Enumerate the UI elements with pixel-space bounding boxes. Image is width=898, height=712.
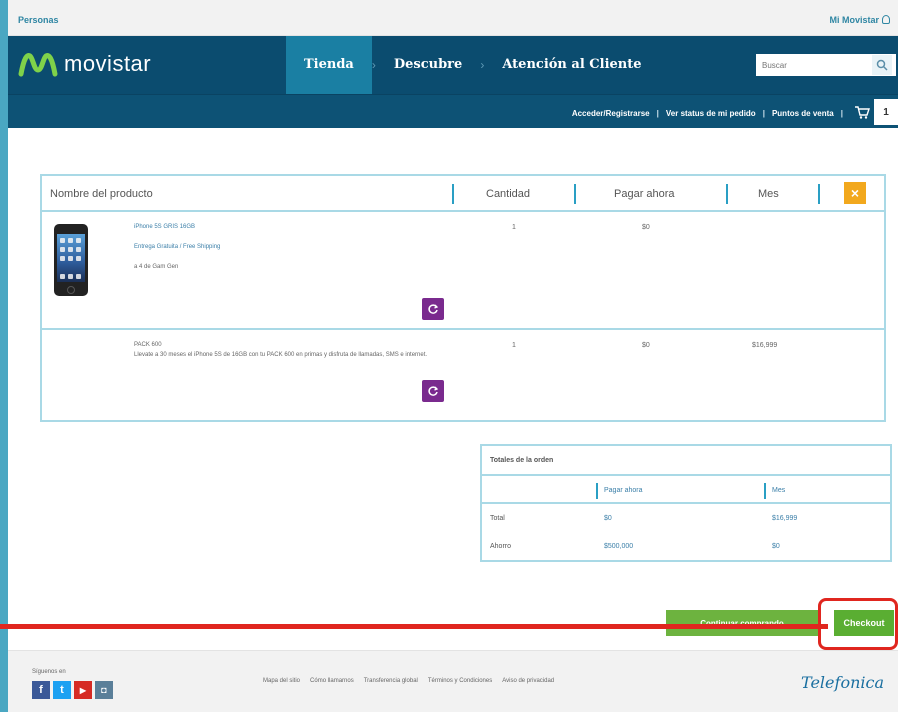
top-utility-bar: Personas Mi Movistar: [8, 0, 898, 36]
youtube-icon[interactable]: ▶: [74, 681, 92, 699]
iphone-product-image: [54, 224, 88, 296]
total-label: Total: [490, 515, 505, 522]
continue-shopping-button[interactable]: Continuar comprando: [666, 610, 818, 636]
nav-atencion-cliente[interactable]: Atención al Cliente: [484, 36, 659, 94]
totals-title: Totales de la orden: [482, 446, 890, 476]
footer-link-privacy[interactable]: Aviso de privacidad: [502, 678, 554, 684]
col-month: Mes: [758, 188, 779, 200]
footer-links: Mapa del sitio Cómo llamarnos Transferen…: [263, 678, 554, 684]
totals-col-pay-now: Pagar ahora: [604, 487, 643, 494]
mi-movistar-link[interactable]: Mi Movistar: [829, 15, 890, 25]
instagram-icon[interactable]: ◘: [95, 681, 113, 699]
main-nav: Tienda › Descubre › Atención al Cliente: [286, 36, 660, 94]
remove-item-button[interactable]: [422, 298, 444, 320]
product-shipping: Entrega Gratuita / Free Shipping: [134, 244, 221, 250]
cart-content: Nombre del producto Cantidad Pagar ahora…: [18, 150, 894, 640]
page-frame: Personas Mi Movistar movistar Tienda › D…: [8, 0, 898, 712]
pack-description: Llevate a 30 meses el iPhone 5S de 16GB …: [134, 352, 428, 358]
pack-month: $16,999: [752, 342, 778, 349]
separator: |: [656, 108, 659, 118]
refresh-icon: [428, 386, 439, 396]
logo-wordmark: movistar: [64, 51, 152, 76]
totals-col-month: Mes: [772, 487, 786, 494]
main-header: movistar Tienda › Descubre › Atención al…: [8, 36, 898, 94]
product-name[interactable]: iPhone 5S GRIS 16GB: [134, 224, 195, 230]
search-icon[interactable]: [872, 55, 892, 75]
total-pay-now: $0: [604, 515, 612, 522]
table-row: iPhone 5S GRIS 16GB Entrega Gratuita / F…: [42, 212, 884, 330]
cart-icon[interactable]: [854, 105, 870, 121]
footer-link-terms[interactable]: Términos y Condiciones: [428, 678, 492, 684]
separator: |: [762, 108, 765, 118]
column-divider: [764, 483, 766, 499]
sub-header: Acceder/Registrarse | Ver status de mi p…: [8, 94, 898, 128]
column-divider: [452, 184, 454, 204]
facebook-icon[interactable]: f: [32, 681, 50, 699]
table-row: PACK 600 Llevate a 30 meses el iPhone 5S…: [42, 330, 884, 418]
footer-link-contact[interactable]: Cómo llamarnos: [310, 678, 354, 684]
product-quantity: 1: [512, 224, 516, 231]
user-icon: [882, 15, 890, 24]
column-divider: [574, 184, 576, 204]
product-delivery: a 4 de Gam Gen: [134, 264, 179, 270]
telefonica-logo[interactable]: Telefonica: [801, 673, 884, 692]
savings-pay-now: $500,000: [604, 543, 634, 550]
movistar-logo[interactable]: movistar: [18, 50, 151, 78]
order-status-link[interactable]: Ver status de mi pedido: [666, 109, 756, 118]
column-divider: [726, 184, 728, 204]
personas-link[interactable]: Personas: [18, 15, 59, 25]
social-links: f t ▶ ◘: [32, 681, 113, 699]
product-pay-now: $0: [642, 224, 650, 231]
account-nav: Acceder/Registrarse | Ver status de mi p…: [572, 105, 870, 121]
points-of-sale-link[interactable]: Puntos de venta: [772, 109, 834, 118]
follow-us-label: Síguenos en: [32, 669, 66, 675]
order-totals: Totales de la orden Pagar ahora Mes Tota…: [480, 444, 892, 562]
cart-count-badge[interactable]: 1: [874, 99, 898, 125]
close-cart-button[interactable]: ×: [844, 182, 866, 204]
column-divider: [818, 184, 820, 204]
nav-tienda[interactable]: Tienda: [286, 36, 372, 94]
cart-products-table: Nombre del producto Cantidad Pagar ahora…: [40, 174, 886, 422]
pack-quantity: 1: [512, 342, 516, 349]
annotation-line: [0, 624, 828, 629]
search-box: [756, 54, 896, 76]
savings-month: $0: [772, 543, 780, 550]
annotation-highlight: [818, 598, 898, 650]
nav-descubre[interactable]: Descubre: [376, 36, 480, 94]
totals-row: Total $0 $16,999: [482, 504, 890, 532]
search-input[interactable]: [756, 55, 872, 75]
column-divider: [596, 483, 598, 499]
refresh-icon: [428, 304, 439, 314]
pack-name: PACK 600: [134, 342, 162, 348]
savings-label: Ahorro: [490, 543, 512, 550]
footer-link-sitemap[interactable]: Mapa del sitio: [263, 678, 300, 684]
table-header: Nombre del producto Cantidad Pagar ahora…: [42, 176, 884, 212]
totals-header: Pagar ahora Mes: [482, 476, 890, 504]
col-product-name: Nombre del producto: [50, 188, 153, 200]
footer: Síguenos en f t ▶ ◘ Mapa del sitio Cómo …: [8, 650, 898, 712]
col-pay-now: Pagar ahora: [614, 188, 675, 200]
mi-movistar-label: Mi Movistar: [829, 15, 879, 25]
movistar-m-icon: [18, 53, 58, 77]
remove-item-button[interactable]: [422, 380, 444, 402]
col-quantity: Cantidad: [486, 188, 531, 200]
separator: |: [840, 108, 843, 118]
twitter-icon[interactable]: t: [53, 681, 71, 699]
login-link[interactable]: Acceder/Registrarse: [572, 109, 650, 118]
totals-row: Ahorro $500,000 $0: [482, 532, 890, 560]
footer-link-transfer[interactable]: Transferencia global: [364, 678, 418, 684]
total-month: $16,999: [772, 515, 798, 522]
pack-pay-now: $0: [642, 342, 650, 349]
